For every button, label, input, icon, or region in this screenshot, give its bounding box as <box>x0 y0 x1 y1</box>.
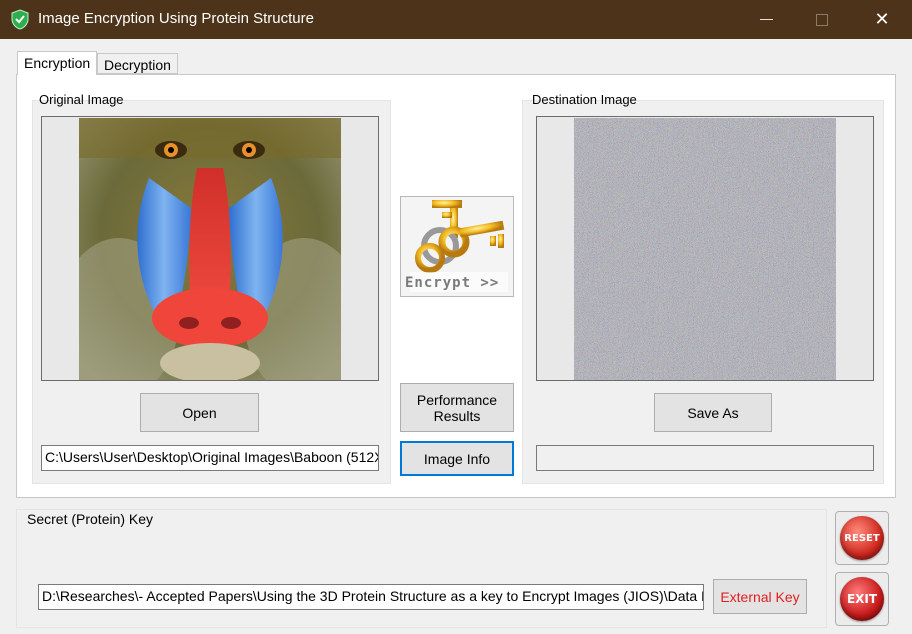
encrypted-noise-image <box>574 118 836 380</box>
open-button[interactable]: Open <box>140 393 259 432</box>
maximize-button[interactable] <box>796 0 848 39</box>
original-image-label: Original Image <box>39 92 124 107</box>
encrypt-button[interactable]: Encrypt >> <box>400 196 514 297</box>
window-title: Image Encryption Using Protein Structure <box>38 10 314 27</box>
tab-decryption[interactable]: Decryption <box>97 53 178 74</box>
shield-check-icon <box>11 9 29 30</box>
close-button[interactable]: ✕ <box>856 0 908 39</box>
performance-results-button[interactable]: Performance Results <box>400 383 514 432</box>
original-image-box <box>41 116 379 381</box>
minimize-button[interactable] <box>740 0 792 39</box>
image-info-button[interactable]: Image Info <box>400 441 514 476</box>
original-path-field[interactable]: C:\Users\User\Desktop\Original Images\Ba… <box>41 445 379 471</box>
minimize-icon <box>759 19 773 20</box>
tab-encryption[interactable]: Encryption <box>17 51 98 75</box>
save-as-button[interactable]: Save As <box>654 393 772 432</box>
encrypt-label: Encrypt >> <box>405 275 500 291</box>
reset-button[interactable]: RESET <box>835 511 889 565</box>
encryption-tab-page: Original Image Open C:\Users\User\Deskto… <box>16 74 896 498</box>
exit-button[interactable]: EXIT <box>835 572 889 626</box>
destination-path-field[interactable] <box>536 445 874 471</box>
exit-label: EXIT <box>846 592 878 606</box>
maximize-icon <box>816 13 828 26</box>
close-icon: ✕ <box>874 9 890 29</box>
performance-label-line2: Results <box>433 407 481 424</box>
baboon-image <box>79 118 341 380</box>
reset-icon: RESET <box>840 516 884 560</box>
performance-label-line1: Performance <box>416 391 498 408</box>
secret-key-path-field[interactable]: D:\Researches\- Accepted Papers\Using th… <box>38 584 704 610</box>
external-key-button[interactable]: External Key <box>713 579 807 614</box>
title-bar: Image Encryption Using Protein Structure… <box>0 0 912 39</box>
exit-icon: EXIT <box>840 577 884 621</box>
destination-image-box <box>536 116 874 381</box>
secret-key-label: Secret (Protein) Key <box>27 511 154 527</box>
reset-label: RESET <box>844 532 880 544</box>
destination-image-label: Destination Image <box>532 92 637 107</box>
